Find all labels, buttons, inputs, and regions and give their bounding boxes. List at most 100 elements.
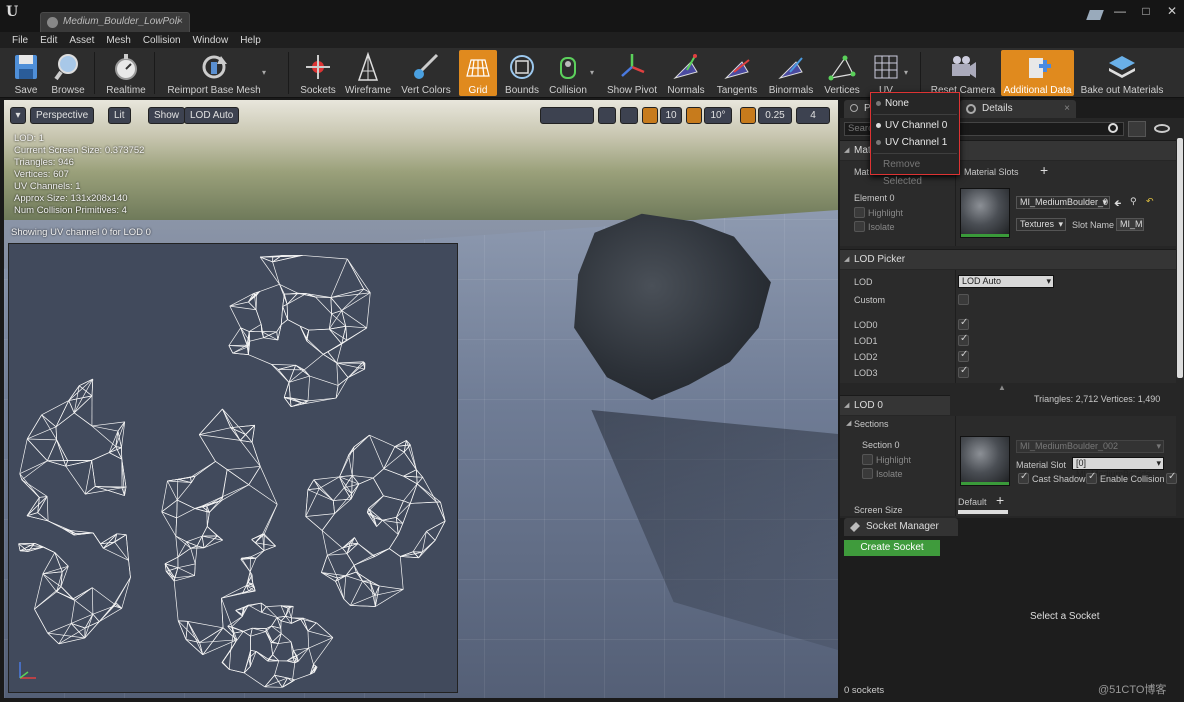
radio-dot-icon	[876, 101, 881, 106]
browse-button[interactable]: Browse	[48, 50, 88, 96]
tab-details[interactable]: Details ×	[960, 100, 1076, 118]
eye-icon[interactable]	[1154, 124, 1170, 133]
sections-collapse-icon[interactable]: ◢	[846, 419, 851, 427]
collision-dropdown-caret[interactable]: ▾	[590, 68, 594, 77]
uv-edge	[303, 369, 310, 377]
close-window-button[interactable]: ✕	[1166, 4, 1178, 18]
transform-tools[interactable]	[540, 107, 594, 124]
maximize-button[interactable]: □	[1140, 4, 1152, 18]
screen-size-input[interactable]	[958, 510, 1008, 514]
lit-button[interactable]: Lit	[108, 107, 131, 124]
lod-auto-button[interactable]: LOD Auto	[184, 107, 240, 124]
slot-name-input[interactable]: MI_M	[1116, 218, 1144, 231]
reimport-base-mesh-button[interactable]: Reimport Base Mesh	[164, 50, 264, 96]
view-options-icon[interactable]	[1128, 121, 1146, 137]
create-socket-button[interactable]: Create Socket	[844, 540, 940, 556]
lod3-checkbox[interactable]	[958, 365, 969, 378]
uv-button[interactable]: UV	[866, 50, 906, 96]
scale-snap-icon[interactable]	[740, 107, 756, 124]
material-thumbnail[interactable]	[960, 188, 1010, 238]
camera-speed-value[interactable]: 4	[796, 107, 830, 124]
section-material-picker[interactable]: MI_MediumBoulder_002	[1016, 440, 1164, 453]
uv-option-none[interactable]: None	[871, 95, 959, 112]
world-local-icon[interactable]	[620, 107, 638, 124]
grid-snap-icon[interactable]	[642, 107, 658, 124]
reset-camera-button[interactable]: Reset Camera	[930, 50, 996, 96]
lod1-checkbox[interactable]	[958, 333, 969, 346]
surface-snap-icon[interactable]	[598, 107, 616, 124]
textures-dropdown[interactable]: Textures	[1016, 218, 1066, 231]
viewport-options-button[interactable]: ▾	[10, 107, 26, 124]
menu-bar: File Edit Asset Mesh Collision Window He…	[0, 32, 1184, 48]
section-isolate-checkbox[interactable]	[862, 468, 873, 479]
grid-button[interactable]: Grid	[459, 50, 497, 96]
menu-asset[interactable]: Asset	[63, 35, 100, 46]
binormals-button[interactable]: Binormals	[766, 50, 816, 96]
browse-asset-icon[interactable]: ⚲	[1130, 196, 1137, 207]
cast-shadow-checkbox[interactable]	[1018, 471, 1029, 484]
layers-icon	[1107, 52, 1137, 82]
details-scrollbar[interactable]	[1177, 138, 1183, 378]
collision-button[interactable]: Collision	[546, 50, 590, 96]
tab-socket-manager[interactable]: Socket Manager	[844, 518, 958, 536]
menu-file[interactable]: File	[6, 35, 34, 46]
uv-dropdown-caret[interactable]: ▾	[904, 68, 908, 77]
show-pivot-button[interactable]: Show Pivot	[604, 50, 660, 96]
rotation-snap-value[interactable]: 10°	[704, 107, 732, 124]
minimize-button[interactable]: —	[1114, 4, 1126, 18]
lod-select[interactable]: LOD Auto	[958, 275, 1054, 288]
show-button[interactable]: Show	[148, 107, 186, 124]
realtime-button[interactable]: Realtime	[104, 50, 148, 96]
wireframe-button[interactable]: Wireframe	[344, 50, 392, 96]
reset-arrow-icon[interactable]: ↶	[1146, 196, 1154, 207]
asset-tab[interactable]: Medium_Boulder_LowPoli ×	[40, 12, 190, 32]
remove-selected-option[interactable]: Remove Selected	[871, 156, 959, 187]
vert-colors-button[interactable]: Vert Colors	[398, 50, 454, 96]
close-icon[interactable]: ×	[1064, 100, 1070, 118]
material-slot-select[interactable]: [0] MI_MediumBoulde	[1072, 457, 1164, 479]
menu-edit[interactable]: Edit	[34, 35, 63, 46]
lod2-checkbox[interactable]	[958, 349, 969, 362]
tangents-button[interactable]: Tangents	[714, 50, 760, 96]
uv-edge	[56, 439, 69, 461]
use-selected-arrow-icon[interactable]: 🡸	[1114, 196, 1121, 212]
enable-collision-checkbox[interactable]	[1086, 471, 1097, 484]
uv-option-channel-1[interactable]: UV Channel 1	[871, 134, 959, 151]
normals-button[interactable]: Normals	[664, 50, 708, 96]
lod0-section-header[interactable]: LOD 0	[840, 395, 950, 415]
uv-edge	[248, 604, 262, 613]
section-highlight-checkbox[interactable]	[862, 454, 873, 465]
additional-data-button[interactable]: Additional Data	[1001, 50, 1074, 96]
menu-mesh[interactable]: Mesh	[100, 35, 136, 46]
section-material-thumbnail[interactable]	[960, 436, 1010, 486]
uv-option-channel-0[interactable]: UV Channel 0	[871, 117, 959, 134]
uv-edge	[288, 382, 291, 398]
save-button[interactable]: Save	[6, 50, 46, 96]
sockets-button[interactable]: Sockets	[296, 50, 340, 96]
bounds-button[interactable]: Bounds	[502, 50, 542, 96]
add-material-slot-button[interactable]: +	[1040, 162, 1048, 178]
lod0-checkbox[interactable]	[958, 317, 969, 330]
custom-checkbox[interactable]	[958, 294, 969, 305]
vertices-button[interactable]: Vertices	[822, 50, 862, 96]
lod-picker-section-header[interactable]: LOD Picker	[840, 249, 1176, 269]
viewport[interactable]: ▾ Perspective Lit Show LOD Auto 10 10° 0…	[4, 100, 838, 698]
menu-collision[interactable]: Collision	[137, 35, 187, 46]
grid-snap-value[interactable]: 10	[660, 107, 682, 124]
menu-window[interactable]: Window	[187, 35, 235, 46]
highlight-checkbox[interactable]	[854, 207, 865, 218]
perspective-button[interactable]: Perspective	[30, 107, 95, 124]
tab-close-button[interactable]: ×	[177, 13, 183, 31]
expand-arrow-icon[interactable]: ▲	[998, 383, 1006, 392]
reimport-dropdown-caret[interactable]: ▾	[262, 68, 266, 77]
rotation-snap-icon[interactable]	[686, 107, 702, 124]
bake-out-materials-button[interactable]: Bake out Materials	[1078, 50, 1166, 96]
scale-snap-value[interactable]: 0.25	[758, 107, 792, 124]
material-picker[interactable]: MI_MediumBoulder_0	[1016, 196, 1110, 209]
add-screen-size-button[interactable]: +	[996, 492, 1004, 508]
feedback-icon[interactable]	[1086, 10, 1104, 20]
menu-help[interactable]: Help	[234, 35, 267, 46]
unreal-logo-icon[interactable]: U	[6, 4, 24, 24]
section-extra-checkbox[interactable]	[1166, 471, 1177, 484]
isolate-checkbox[interactable]	[854, 221, 865, 232]
